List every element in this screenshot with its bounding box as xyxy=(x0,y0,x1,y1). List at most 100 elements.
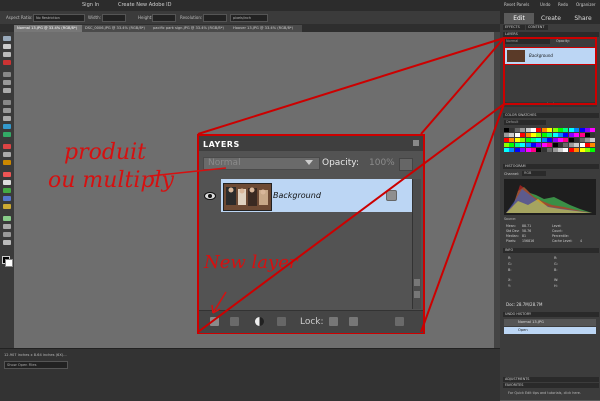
color-swatch[interactable] xyxy=(568,148,574,152)
quick-selection-icon[interactable] xyxy=(3,88,11,93)
color-swatch[interactable] xyxy=(547,148,553,152)
delete-layer-icon[interactable] xyxy=(395,317,404,326)
healing-brush-icon[interactable] xyxy=(3,152,11,157)
color-swatch[interactable] xyxy=(547,138,553,142)
color-swatch[interactable] xyxy=(552,128,558,132)
color-swatch[interactable] xyxy=(504,128,509,132)
tab-edit[interactable]: Edit xyxy=(504,13,534,24)
color-swatch[interactable] xyxy=(568,143,574,147)
gradient-icon[interactable] xyxy=(3,204,11,209)
channel-select[interactable]: RGB xyxy=(522,171,546,176)
color-swatch[interactable] xyxy=(579,138,585,142)
color-swatch[interactable] xyxy=(531,133,536,137)
color-swatch[interactable] xyxy=(536,128,542,132)
color-swatch[interactable] xyxy=(531,138,536,142)
color-swatch[interactable] xyxy=(563,128,569,132)
reset-panels-button[interactable]: Reset Panels xyxy=(504,2,529,7)
color-swatch[interactable] xyxy=(558,148,563,152)
color-swatch[interactable] xyxy=(536,133,542,137)
red-eye-icon[interactable] xyxy=(3,144,11,149)
blend-mode-select[interactable]: Normal xyxy=(203,157,320,170)
color-swatch[interactable] xyxy=(579,133,585,137)
color-swatch[interactable] xyxy=(585,128,590,132)
resolution-field[interactable] xyxy=(203,14,227,22)
quick-edit-tips-link[interactable]: For Quick Edit tips and tutorials, click… xyxy=(508,391,581,395)
color-swatch[interactable] xyxy=(547,128,553,132)
lock-transparent-icon[interactable] xyxy=(329,317,338,326)
layer-visibility-eye-icon[interactable] xyxy=(204,192,216,200)
color-swatch[interactable] xyxy=(504,143,509,147)
tab-document-4[interactable]: Hoover 13.JPG @ 33.4% (RGB/8*) xyxy=(230,25,302,32)
color-swatch[interactable] xyxy=(541,143,547,147)
color-swatch[interactable] xyxy=(574,138,580,142)
marquee-tool-icon[interactable] xyxy=(3,72,11,77)
lasso-tool-icon[interactable] xyxy=(3,80,11,85)
color-swatch[interactable] xyxy=(509,143,515,147)
smart-brush-icon[interactable] xyxy=(3,188,11,193)
color-swatch[interactable] xyxy=(568,133,574,137)
color-swatch[interactable] xyxy=(563,143,569,147)
swatch-set-select[interactable]: Default xyxy=(504,120,546,125)
swatch-grid[interactable] xyxy=(504,128,596,156)
favorites-header[interactable]: FAVORITES xyxy=(503,383,599,388)
color-swatch[interactable] xyxy=(552,133,558,137)
color-swatch[interactable] xyxy=(579,143,585,147)
brush-icon[interactable] xyxy=(3,180,11,185)
color-swatch[interactable] xyxy=(558,143,563,147)
color-swatch[interactable] xyxy=(574,128,580,132)
color-swatch[interactable] xyxy=(590,143,596,147)
straighten-icon[interactable] xyxy=(3,132,11,137)
paint-bucket-icon[interactable] xyxy=(3,196,11,201)
color-swatch[interactable] xyxy=(514,133,520,137)
color-swatch[interactable] xyxy=(590,138,596,142)
color-swatch[interactable] xyxy=(520,128,526,132)
color-swatch[interactable] xyxy=(509,148,515,152)
background-color-swatch[interactable] xyxy=(5,259,13,267)
color-swatch[interactable] xyxy=(520,133,526,137)
history-item-open[interactable]: Open xyxy=(504,327,596,334)
new-layer-icon[interactable] xyxy=(210,317,219,326)
resolution-unit-select[interactable]: pixels/inch xyxy=(230,14,268,22)
color-swatch[interactable] xyxy=(590,133,596,137)
color-swatch[interactable] xyxy=(574,133,580,137)
crop-tool-icon[interactable] xyxy=(3,108,11,113)
color-swatch[interactable] xyxy=(536,138,542,142)
color-swatch[interactable] xyxy=(552,143,558,147)
history-item-file[interactable]: Normal 13.JPG xyxy=(504,319,596,326)
color-swatch[interactable] xyxy=(541,148,547,152)
color-swatch[interactable] xyxy=(531,143,536,147)
color-swatch[interactable] xyxy=(536,143,542,147)
color-swatch[interactable] xyxy=(585,133,590,137)
text-tool-icon[interactable] xyxy=(3,100,11,105)
scroll-down-icon[interactable] xyxy=(414,291,420,298)
color-swatch[interactable] xyxy=(547,133,553,137)
show-open-files-dropdown[interactable]: Show Open Files xyxy=(4,361,68,369)
color-swatch[interactable] xyxy=(558,138,563,142)
color-swatch[interactable] xyxy=(563,138,569,142)
layers-blend-mode-select[interactable]: Normal xyxy=(504,39,550,44)
color-swatch[interactable] xyxy=(558,128,563,132)
panel-menu-icon[interactable] xyxy=(413,140,419,146)
color-swatch[interactable] xyxy=(504,133,509,137)
color-swatch[interactable] xyxy=(568,128,574,132)
clone-stamp-icon[interactable] xyxy=(3,160,11,165)
color-swatch[interactable] xyxy=(536,148,542,152)
color-swatch[interactable] xyxy=(514,143,520,147)
move-tool-icon[interactable] xyxy=(3,36,11,41)
color-swatch[interactable] xyxy=(520,143,526,147)
sponge-tool-icon[interactable] xyxy=(3,232,11,237)
scroll-up-icon[interactable] xyxy=(414,279,420,286)
tab-effects[interactable]: EFFECTS xyxy=(503,25,525,30)
adjustment-layer-icon[interactable] xyxy=(255,317,264,326)
color-swatch[interactable] xyxy=(558,133,563,137)
color-swatch[interactable] xyxy=(520,148,526,152)
color-swatch[interactable] xyxy=(552,138,558,142)
color-swatch[interactable] xyxy=(552,148,558,152)
color-swatch[interactable] xyxy=(531,128,536,132)
color-swatch[interactable] xyxy=(541,128,547,132)
organizer-button[interactable]: Organizer xyxy=(576,2,596,7)
pencil-tool-icon[interactable] xyxy=(3,240,11,245)
color-swatch[interactable] xyxy=(585,143,590,147)
layer-row-background[interactable]: Background xyxy=(504,47,596,65)
color-swatch[interactable] xyxy=(574,143,580,147)
